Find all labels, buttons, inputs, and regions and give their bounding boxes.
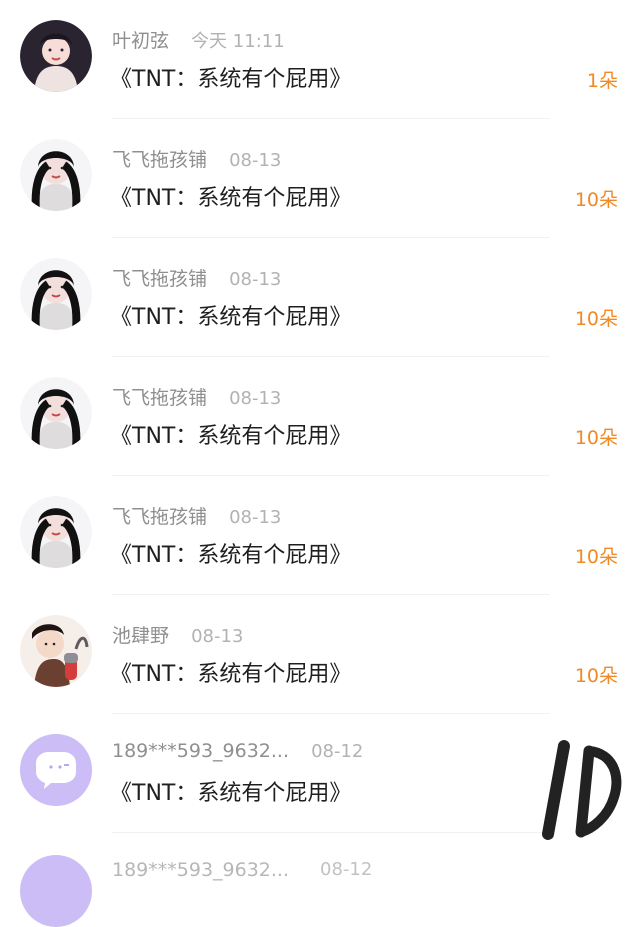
sender-name: 飞飞拖孩铺 08-13 <box>112 383 281 410</box>
avatar-icon <box>20 377 92 449</box>
message-title: 《TNT：系统有个屁用》 <box>110 543 352 568</box>
chat-bubble-avatar[interactable] <box>20 855 92 927</box>
chat-bubble-avatar[interactable] <box>20 734 92 806</box>
sender-name-text: 飞飞拖孩铺 <box>112 387 208 409</box>
sender-name: 189***593_9632... 08-12 <box>112 740 363 762</box>
gift-amount: 1朵 <box>586 70 618 92</box>
avatar-icon <box>20 139 92 211</box>
message-title: 《TNT：系统有个屁用》 <box>110 186 352 211</box>
user-avatar[interactable] <box>20 377 92 449</box>
message-title: 《TNT：系统有个屁用》 <box>110 662 352 687</box>
gift-amount: 10朵 <box>574 546 618 568</box>
gift-amount: 10朵 <box>574 665 618 687</box>
message-title: 《TNT：系统有个屁用》 <box>110 781 352 806</box>
avatar-icon <box>20 20 92 92</box>
sender-name-text: 池肆野 <box>112 625 170 647</box>
avatar-icon <box>20 258 92 330</box>
partial-message-time: 08-12 <box>320 859 373 880</box>
sender-name-text: 189***593_9632... <box>112 740 290 762</box>
message-time: 08-13 <box>191 626 244 647</box>
message-row[interactable]: 飞飞拖孩铺 08-13 《TNT：系统有个屁用》 10朵 <box>0 238 640 357</box>
avatar-icon <box>20 615 92 687</box>
gift-amount: 10朵 <box>574 308 618 330</box>
message-time: 今天 11:11 <box>191 31 285 52</box>
message-title: 《TNT：系统有个屁用》 <box>110 424 352 449</box>
message-row[interactable]: 飞飞拖孩铺 08-13 《TNT：系统有个屁用》 10朵 <box>0 119 640 238</box>
message-time: 08-13 <box>229 150 282 171</box>
avatar-icon <box>20 496 92 568</box>
user-avatar[interactable] <box>20 139 92 211</box>
message-time: 08-13 <box>229 507 282 528</box>
sender-name-text: 飞飞拖孩铺 <box>112 268 208 290</box>
user-avatar[interactable] <box>20 258 92 330</box>
message-time: 08-13 <box>229 388 282 409</box>
user-avatar[interactable] <box>20 496 92 568</box>
gift-amount: 10朵 <box>574 427 618 449</box>
gift-amount: 10朵 <box>574 189 618 211</box>
message-row[interactable]: 池肆野 08-13 《TNT：系统有个屁用》 10朵 <box>0 595 640 714</box>
sender-name-text: 叶初弦 <box>112 30 170 52</box>
sender-name: 池肆野 08-13 <box>112 621 243 648</box>
user-avatar[interactable] <box>20 615 92 687</box>
sender-name: 飞飞拖孩铺 08-13 <box>112 502 281 529</box>
message-row[interactable]: 飞飞拖孩铺 08-13 《TNT：系统有个屁用》 10朵 <box>0 476 640 595</box>
sender-name: 飞飞拖孩铺 08-13 <box>112 145 281 172</box>
partial-sender-name: 189***593_9632... <box>112 859 290 881</box>
chat-bubble-icon <box>20 734 92 806</box>
sender-name-text: 飞飞拖孩铺 <box>112 149 208 171</box>
sender-name: 叶初弦 今天 11:11 <box>112 26 285 53</box>
sender-name: 飞飞拖孩铺 08-13 <box>112 264 281 291</box>
sender-name-text: 飞飞拖孩铺 <box>112 506 208 528</box>
message-row[interactable]: 飞飞拖孩铺 08-13 《TNT：系统有个屁用》 10朵 <box>0 357 640 476</box>
message-title: 《TNT：系统有个屁用》 <box>110 305 352 330</box>
handwritten-id-watermark <box>542 740 622 840</box>
message-row[interactable]: 叶初弦 今天 11:11 《TNT：系统有个屁用》 1朵 <box>0 0 640 119</box>
user-avatar[interactable] <box>20 20 92 92</box>
message-time: 08-13 <box>229 269 282 290</box>
message-title: 《TNT：系统有个屁用》 <box>110 67 352 92</box>
message-time: 08-12 <box>311 741 364 762</box>
